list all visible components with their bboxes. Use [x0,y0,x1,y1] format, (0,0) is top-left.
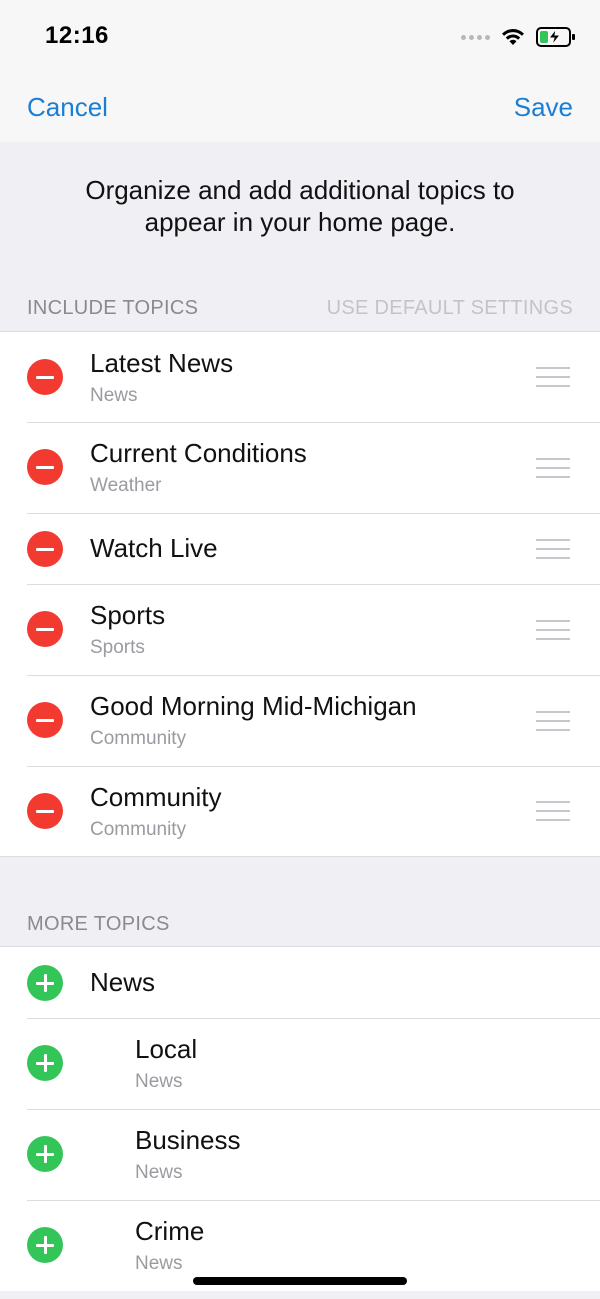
reorder-handle-icon[interactable] [536,711,570,731]
navigation-bar: Cancel Save [0,70,600,142]
cancel-button[interactable]: Cancel [27,92,108,123]
include-topics-title: INCLUDE TOPICS [27,297,199,319]
topic-subtitle: Community [90,819,187,840]
more-topics-title: MORE TOPICS [27,913,170,935]
remove-circle-icon[interactable] [27,702,63,738]
reorder-handle-icon[interactable] [536,620,570,640]
topic-title: Good Morning Mid-Michigan [90,691,417,721]
use-default-settings-button[interactable]: USE DEFAULT SETTINGS [327,297,573,320]
topic-title: Watch Live [90,533,218,563]
topic-subtitle: News [135,1253,183,1274]
signal-dots-icon [461,34,490,40]
battery-charging-icon [536,27,575,47]
home-indicator[interactable] [193,1277,407,1285]
more-topics-list: News Local News Business News Crime News [0,946,600,1291]
topic-title: Community [90,782,222,812]
topic-title: Sports [90,600,166,630]
list-item-local[interactable]: Local News [0,1018,600,1109]
status-time: 12:16 [45,22,109,49]
reorder-handle-icon[interactable] [536,458,570,478]
add-circle-icon[interactable] [27,965,63,1001]
list-item-watch-live[interactable]: Watch Live [0,513,600,584]
add-circle-icon[interactable] [27,1227,63,1263]
remove-circle-icon[interactable] [27,449,63,485]
topic-subtitle: Community [90,728,187,749]
include-topics-list: Latest News News Current Conditions Weat… [0,331,600,857]
topic-title: Business [135,1125,241,1155]
remove-circle-icon[interactable] [27,793,63,829]
reorder-handle-icon[interactable] [536,367,570,387]
intro-text: Organize and add additional topics to ap… [85,175,515,237]
topic-title: Current Conditions [90,438,307,468]
remove-circle-icon[interactable] [27,359,63,395]
list-item-sports[interactable]: Sports Sports [0,584,600,675]
add-circle-icon[interactable] [27,1136,63,1172]
remove-circle-icon[interactable] [27,531,63,567]
remove-circle-icon[interactable] [27,611,63,647]
status-icons [461,24,576,50]
topic-subtitle: Sports [90,637,145,658]
list-item-community[interactable]: Community Community [0,766,600,856]
topic-title: Local [135,1034,198,1064]
list-item-latest-news[interactable]: Latest News News [0,332,600,422]
list-item-business[interactable]: Business News [0,1109,600,1200]
topic-title: News [90,967,156,997]
reorder-handle-icon[interactable] [536,539,570,559]
add-circle-icon[interactable] [27,1045,63,1081]
topic-subtitle: News [135,1162,183,1183]
wifi-icon [502,29,524,45]
list-item-good-morning-mid-michigan[interactable]: Good Morning Mid-Michigan Community [0,675,600,766]
list-item-current-conditions[interactable]: Current Conditions Weather [0,422,600,513]
list-item-news[interactable]: News [0,947,600,1018]
reorder-handle-icon[interactable] [536,801,570,821]
status-bar: 12:16 [0,0,600,70]
save-button[interactable]: Save [514,92,573,123]
topic-subtitle: Weather [90,475,162,496]
topic-title: Latest News [90,348,234,378]
topic-subtitle: News [135,1071,183,1092]
topic-subtitle: News [90,385,138,406]
topic-title: Crime [135,1216,205,1246]
